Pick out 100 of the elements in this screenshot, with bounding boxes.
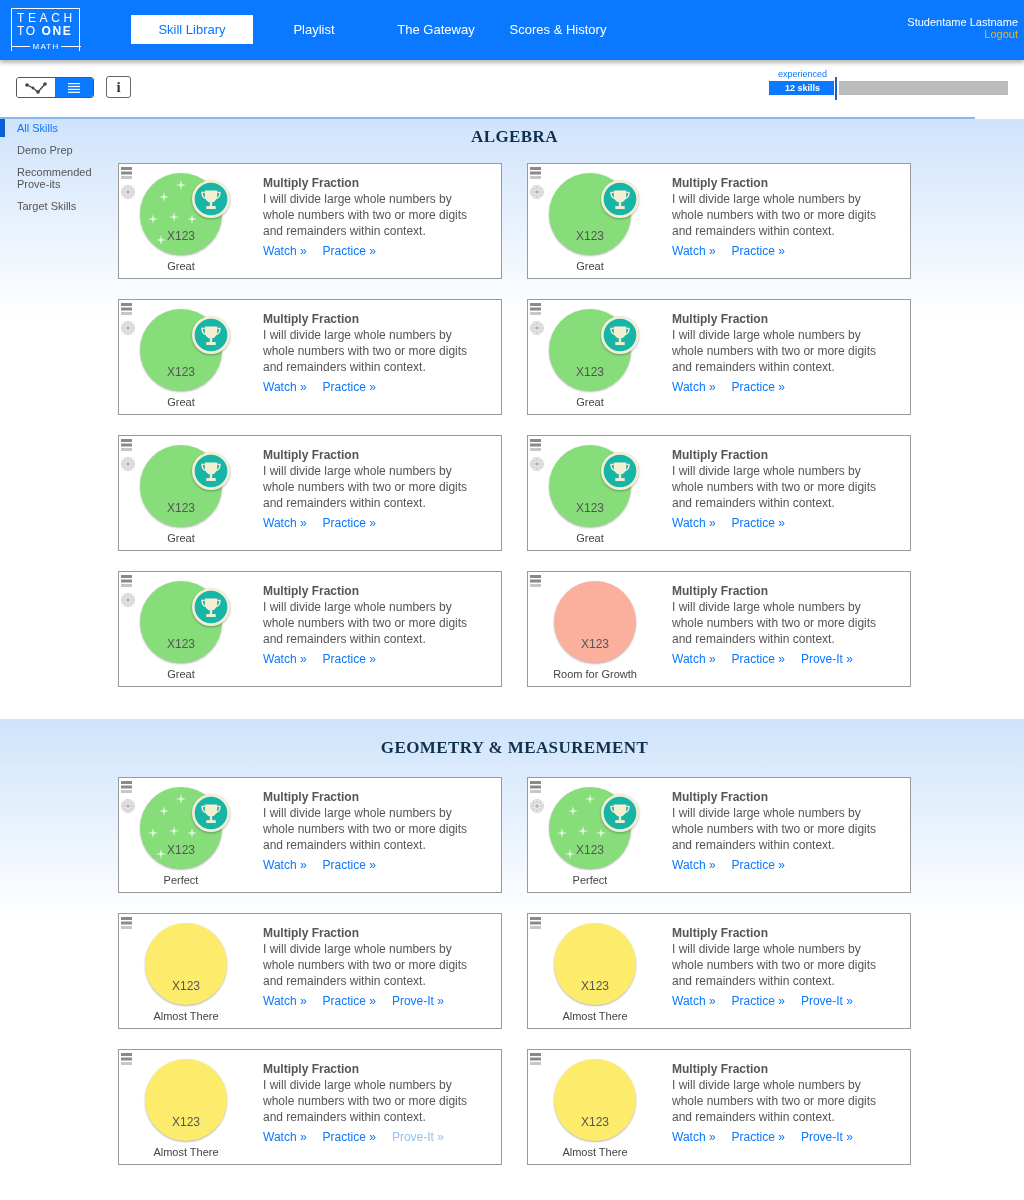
status-label: Perfect (572, 873, 608, 887)
stack-bars-icon (121, 1053, 132, 1065)
skill-description: I will divide large whole numbers by whole numbers with two or more digits and remainders within context. (672, 941, 878, 989)
status-label: Almost There (562, 1145, 628, 1159)
card-link[interactable]: Watch » (263, 993, 307, 1009)
card-link[interactable]: Practice » (322, 857, 376, 873)
skill-code: X123 (581, 979, 609, 993)
logo: TEACH TO ONE MATH (11, 8, 80, 51)
logout-link[interactable]: Logout (984, 28, 1018, 40)
card-link[interactable]: Practice » (731, 379, 785, 395)
skill-title: Multiply Fraction (263, 311, 359, 327)
info-button[interactable]: i (106, 76, 131, 98)
card-link[interactable]: Practice » (322, 651, 376, 667)
skill-description: I will divide large whole numbers by whole numbers with two or more digits and remainders within context. (263, 191, 469, 239)
sidebar-item[interactable]: All Skills (0, 119, 100, 137)
section-title: GEOMETRY & MEASUREMENT (380, 737, 649, 759)
card-link[interactable]: Practice » (731, 651, 785, 667)
card-link[interactable]: Watch » (672, 379, 716, 395)
skill-description: I will divide large whole numbers by whole numbers with two or more digits and remainders within context. (263, 599, 469, 647)
skill-code: X123 (172, 979, 200, 993)
skill-title: Multiply Fraction (672, 175, 768, 191)
sidebar-item[interactable]: Demo Prep (0, 141, 100, 159)
status-label: Room for Growth (553, 667, 637, 681)
status-label: Great (167, 395, 195, 409)
status-label: Great (167, 259, 195, 273)
card-link[interactable]: Practice » (322, 379, 376, 395)
sidebar-item[interactable]: Target Skills (0, 197, 100, 215)
card-link[interactable]: Watch » (672, 651, 716, 667)
nav-tab[interactable]: Scores & History (497, 15, 619, 44)
stack-bars-icon (121, 917, 132, 929)
section-title: ALGEBRA (471, 126, 558, 148)
stack-bars-icon (530, 303, 541, 315)
skill-description: I will divide large whole numbers by whole numbers with two or more digits and remainders within context. (672, 327, 878, 375)
skill-description: I will divide large whole numbers by whole numbers with two or more digits and remainders within context. (263, 463, 469, 511)
stack-bars-icon (121, 781, 132, 793)
card-link[interactable]: Practice » (731, 1129, 785, 1145)
card-link[interactable]: Practice » (731, 515, 785, 531)
card-link[interactable]: Watch » (672, 857, 716, 873)
card-link[interactable]: Watch » (263, 857, 307, 873)
card-link[interactable]: Watch » (672, 243, 716, 259)
graph-icon (25, 81, 47, 94)
card-link[interactable]: Watch » (263, 1129, 307, 1145)
stack-bars-icon (530, 781, 541, 793)
stack-bars-icon (121, 303, 132, 315)
card-link[interactable]: Watch » (263, 243, 307, 259)
card-link[interactable]: Practice » (731, 993, 785, 1009)
skill-code: X123 (167, 365, 195, 379)
skill-title: Multiply Fraction (263, 789, 359, 805)
card-link[interactable]: Watch » (672, 515, 716, 531)
skill-code: X123 (576, 501, 604, 515)
status-label: Great (576, 531, 604, 545)
list-view-button[interactable] (55, 78, 93, 97)
nav-tab[interactable]: Skill Library (131, 15, 253, 44)
status-label: Almost There (153, 1145, 219, 1159)
skill-title: Multiply Fraction (672, 925, 768, 941)
stack-bars-icon (121, 167, 132, 179)
skill-code: X123 (167, 229, 195, 243)
skill-code: X123 (576, 365, 604, 379)
skill-title: Multiply Fraction (672, 311, 768, 327)
nav-tab[interactable]: Playlist (253, 15, 375, 44)
card-link[interactable]: Watch » (263, 651, 307, 667)
stack-bars-icon (530, 917, 541, 929)
status-label: Great (576, 259, 604, 273)
sidebar-item[interactable]: Recommended Prove-its (0, 163, 100, 193)
status-label: Great (576, 395, 604, 409)
card-link[interactable]: Practice » (731, 857, 785, 873)
card-link[interactable]: Watch » (672, 1129, 716, 1145)
skill-title: Multiply Fraction (263, 447, 359, 463)
nav-tab[interactable]: The Gateway (375, 15, 497, 44)
skill-description: I will divide large whole numbers by whole numbers with two or more digits and remainders within context. (263, 941, 469, 989)
skill-description: I will divide large whole numbers by whole numbers with two or more digits and remainders within context. (672, 463, 878, 511)
skill-code: X123 (167, 501, 195, 515)
skill-code: X123 (576, 843, 604, 857)
stack-bars-icon (530, 575, 541, 587)
card-link[interactable]: Practice » (322, 515, 376, 531)
card-link[interactable]: Prove-It » (800, 1129, 853, 1145)
skill-code: X123 (167, 843, 195, 857)
skill-description: I will divide large whole numbers by whole numbers with two or more digits and remainders within context. (263, 1077, 469, 1125)
skill-title: Multiply Fraction (672, 583, 768, 599)
card-link[interactable]: Watch » (672, 993, 716, 1009)
status-label: Great (167, 667, 195, 681)
card-link[interactable]: Practice » (322, 993, 376, 1009)
skill-code: X123 (167, 637, 195, 651)
card-link[interactable]: Practice » (731, 243, 785, 259)
skill-title: Multiply Fraction (672, 1061, 768, 1077)
skill-description: I will divide large whole numbers by whole numbers with two or more digits and remainders within context. (672, 1077, 878, 1125)
card-link[interactable]: Prove-It » (800, 993, 853, 1009)
stack-bars-icon (121, 575, 132, 587)
card-link[interactable]: Practice » (322, 1129, 376, 1145)
status-label: Great (167, 531, 195, 545)
stack-bars-icon (530, 1053, 541, 1065)
skill-title: Multiply Fraction (263, 175, 359, 191)
card-link[interactable]: Practice » (322, 243, 376, 259)
card-link[interactable]: Watch » (263, 515, 307, 531)
skill-code: X123 (172, 1115, 200, 1129)
skill-description: I will divide large whole numbers by whole numbers with two or more digits and remainders within context. (263, 805, 469, 853)
card-link[interactable]: Prove-It » (800, 651, 853, 667)
card-link[interactable]: Watch » (263, 379, 307, 395)
card-link[interactable]: Prove-It » (391, 993, 444, 1009)
skill-code: X123 (581, 1115, 609, 1129)
